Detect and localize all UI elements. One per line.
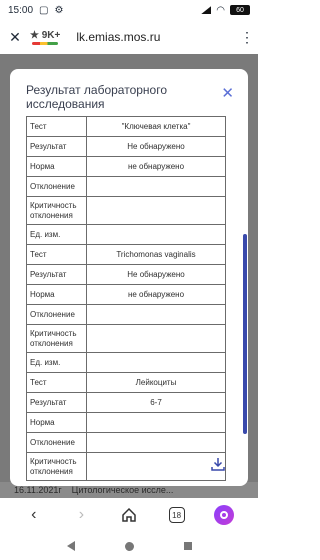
close-tab-icon[interactable]: ✕ bbox=[6, 29, 24, 46]
back-button[interactable]: ‹ bbox=[21, 502, 47, 528]
row-key: Тест bbox=[26, 116, 87, 137]
lab-result-modal: Результат лабораторного исследования ✕ Т… bbox=[10, 69, 248, 486]
table-row: Критичность отклонения bbox=[26, 452, 226, 481]
table-row: Отклонение bbox=[26, 304, 226, 325]
row-value: не обнаружено bbox=[86, 156, 226, 177]
table-row: Ед. изм. bbox=[26, 352, 226, 373]
row-value bbox=[86, 352, 226, 373]
row-value bbox=[86, 196, 226, 225]
results-table-container[interactable]: Тест "Ключевая клетка" Результат Не обнаруж… bbox=[26, 116, 226, 486]
row-key: Отклонение bbox=[26, 176, 87, 197]
row-value: 6-7 bbox=[86, 392, 226, 413]
rating-color-bar bbox=[32, 41, 59, 45]
row-key: Ед. изм. bbox=[26, 352, 87, 373]
table-row: Критичность отклонения bbox=[26, 324, 226, 353]
table-row: Норма bbox=[26, 412, 226, 433]
browser-toolbar: ✕ ★ 9K+ lk.emias.mos.ru ⋮ bbox=[0, 20, 258, 54]
row-key: Результат bbox=[26, 392, 87, 413]
record-label: Цитологическое иссле... bbox=[71, 485, 174, 495]
row-value: "Ключевая клетка" bbox=[86, 116, 226, 137]
status-bar-left: 15:00 ▢ ⚙ bbox=[8, 5, 63, 16]
more-menu-icon[interactable]: ⋮ bbox=[240, 29, 254, 46]
row-key: Критичность отклонения bbox=[26, 452, 87, 481]
row-key: Норма bbox=[26, 412, 87, 433]
row-key: Критичность отклонения bbox=[26, 196, 87, 225]
status-bar-right: ◠ 60 bbox=[201, 5, 250, 16]
row-key: Ед. изм. bbox=[26, 224, 87, 245]
system-home-icon[interactable] bbox=[124, 541, 134, 551]
record-date: 16.11.2021г bbox=[14, 485, 62, 495]
alice-icon bbox=[214, 505, 235, 525]
home-icon[interactable] bbox=[116, 502, 142, 528]
system-back-icon[interactable] bbox=[66, 541, 75, 551]
tabs-count: 18 bbox=[168, 507, 185, 523]
scrollbar[interactable] bbox=[243, 234, 247, 434]
url-field[interactable]: lk.emias.mos.ru bbox=[66, 30, 234, 44]
row-value bbox=[86, 176, 226, 197]
row-value bbox=[86, 412, 226, 433]
tabs-button[interactable]: 18 bbox=[164, 502, 190, 528]
alice-assistant-button[interactable] bbox=[211, 502, 237, 528]
row-value bbox=[86, 324, 226, 353]
modal-title: Результат лабораторного исследования bbox=[26, 83, 168, 111]
settings-icon: ⚙ bbox=[54, 4, 64, 16]
table-row: Норма не обнаружено bbox=[26, 284, 226, 305]
table-row: Отклонение bbox=[26, 176, 226, 197]
sim-card-icon: ▢ bbox=[39, 4, 49, 16]
table-row: Критичность отклонения bbox=[26, 196, 226, 225]
row-key: Отклонение bbox=[26, 432, 87, 453]
download-icon[interactable] bbox=[210, 456, 226, 472]
table-row: Отклонение bbox=[26, 432, 226, 453]
row-key: Критичность отклонения bbox=[26, 324, 87, 353]
row-value bbox=[86, 304, 226, 325]
row-key: Тест bbox=[26, 372, 87, 393]
table-row: Тест Лейкоциты bbox=[26, 372, 226, 393]
status-bar: 15:00 ▢ ⚙ ◠ 60 bbox=[0, 0, 258, 20]
battery-icon: 60 bbox=[230, 5, 250, 15]
table-row: Ед. изм. bbox=[26, 224, 226, 245]
row-key: Результат bbox=[26, 136, 87, 157]
table-row: Тест Trichomonas vaginalis bbox=[26, 244, 226, 265]
forward-button[interactable]: › bbox=[68, 502, 94, 528]
row-key: Результат bbox=[26, 264, 87, 285]
row-key: Тест bbox=[26, 244, 87, 265]
table-row: Тест "Ключевая клетка" bbox=[26, 116, 226, 137]
row-value: Не обнаружено bbox=[86, 136, 226, 157]
row-key: Норма bbox=[26, 284, 87, 305]
close-icon[interactable]: ✕ bbox=[221, 86, 234, 101]
wifi-icon: ◠ bbox=[216, 4, 225, 16]
table-row: Результат Не обнаружено bbox=[26, 264, 226, 285]
row-key: Норма bbox=[26, 156, 87, 177]
site-rating-badge[interactable]: ★ 9K+ bbox=[30, 30, 60, 45]
row-value bbox=[86, 224, 226, 245]
row-value: Лейкоциты bbox=[86, 372, 226, 393]
row-value: Trichomonas vaginalis bbox=[86, 244, 226, 265]
table-row: Результат 6-7 bbox=[26, 392, 226, 413]
row-key: Отклонение bbox=[26, 304, 87, 325]
row-value bbox=[86, 432, 226, 453]
row-value: не обнаружено bbox=[86, 284, 226, 305]
system-navigation-bar bbox=[0, 532, 258, 560]
status-time: 15:00 bbox=[8, 4, 34, 16]
table-row: Результат Не обнаружено bbox=[26, 136, 226, 157]
results-table: Тест "Ключевая клетка" Результат Не обнаруж… bbox=[26, 116, 226, 481]
browser-bottom-nav: ‹ › 18 bbox=[0, 498, 258, 532]
row-value: Не обнаружено bbox=[86, 264, 226, 285]
signal-icon bbox=[201, 6, 212, 14]
rating-text: ★ 9K+ bbox=[30, 29, 61, 41]
row-value bbox=[86, 452, 226, 481]
system-recent-icon[interactable] bbox=[183, 542, 192, 550]
table-row: Норма не обнаружено bbox=[26, 156, 226, 177]
